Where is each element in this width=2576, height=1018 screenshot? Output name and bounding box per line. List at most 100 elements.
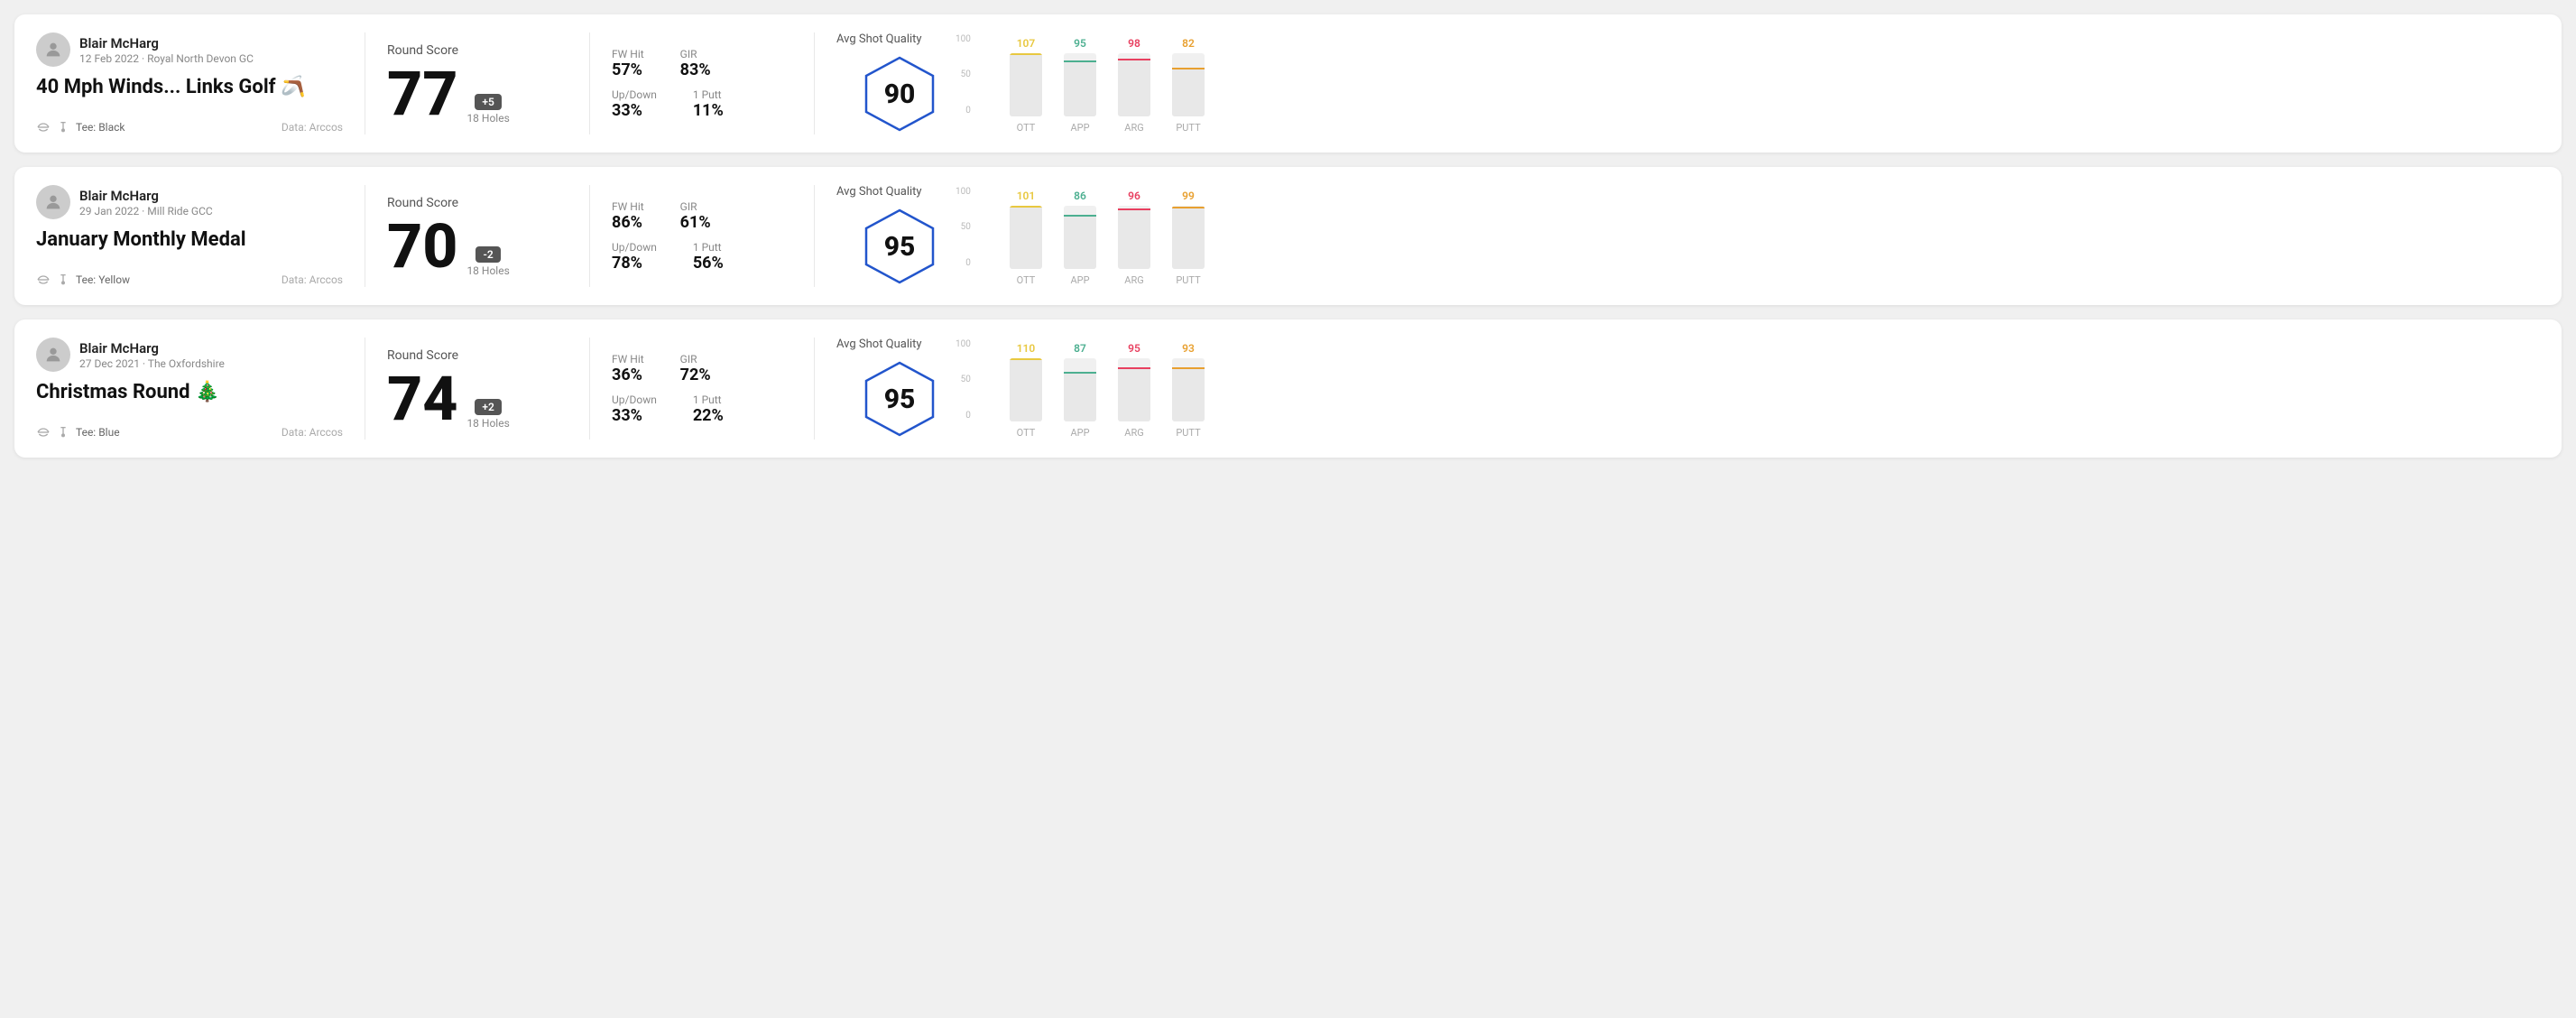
- bar-value-putt: 93: [1182, 342, 1195, 355]
- putt-label-3: 1 Putt: [693, 393, 724, 406]
- bar-line-app: [1064, 60, 1096, 62]
- user-details-3: Blair McHarg 27 Dec 2021 · The Oxfordshi…: [79, 340, 225, 370]
- bar-line-app: [1064, 215, 1096, 217]
- bar-label-ott: OTT: [1017, 122, 1036, 134]
- quality-section-1: Avg Shot Quality 90: [836, 32, 963, 134]
- score-label-1: Round Score: [387, 43, 568, 58]
- user-info-2: Blair McHarg 29 Jan 2022 · Mill Ride GCC: [36, 185, 343, 219]
- score-badge-3: +2 18 Holes: [466, 399, 509, 430]
- bar-wrapper-putt: [1172, 358, 1205, 421]
- bar-label-ott: OTT: [1017, 274, 1036, 286]
- stats-row-bottom-1: Up/Down 33% 1 Putt 11%: [612, 88, 792, 120]
- user-name-3: Blair McHarg: [79, 340, 225, 356]
- y-axis-100: 100: [956, 34, 971, 44]
- user-date-3: 27 Dec 2021 · The Oxfordshire: [79, 357, 225, 370]
- badge-holes-3: 18 Holes: [466, 417, 509, 430]
- bar-value-ott: 101: [1017, 190, 1036, 202]
- card-footer-2: Tee: Yellow Data: Arccos: [36, 273, 343, 287]
- bar-line-arg: [1118, 59, 1150, 60]
- quality-score-3: 95: [884, 384, 916, 415]
- bar-value-putt: 82: [1182, 37, 1195, 50]
- bar-line-putt: [1172, 207, 1205, 208]
- fw-hit-label-3: FW Hit: [612, 353, 644, 366]
- data-source-3: Data: Arccos: [282, 426, 343, 439]
- bar-fill-app: [1064, 215, 1096, 269]
- round-card-1[interactable]: Blair McHarg 12 Feb 2022 · Royal North D…: [14, 14, 2562, 153]
- bar-value-app: 95: [1074, 37, 1086, 50]
- bar-col-arg: 98 ARG: [1118, 37, 1150, 134]
- stats-row-bottom-3: Up/Down 33% 1 Putt 22%: [612, 393, 792, 425]
- fw-hit-label-1: FW Hit: [612, 48, 644, 60]
- stats-section-1: FW Hit 57% GIR 83% Up/Down 33% 1 Putt 11…: [612, 32, 792, 134]
- bar-fill-arg: [1118, 59, 1150, 116]
- user-details-2: Blair McHarg 29 Jan 2022 · Mill Ride GCC: [79, 188, 213, 217]
- score-number-1: 77: [387, 63, 457, 125]
- bar-value-arg: 98: [1128, 37, 1140, 50]
- bar-line-putt: [1172, 367, 1205, 369]
- bar-label-app: APP: [1070, 274, 1089, 286]
- data-source-2: Data: Arccos: [282, 273, 343, 286]
- bar-fill-app: [1064, 60, 1096, 116]
- user-date-2: 29 Jan 2022 · Mill Ride GCC: [79, 205, 213, 217]
- card-left-2: Blair McHarg 29 Jan 2022 · Mill Ride GCC…: [36, 185, 343, 287]
- bar-value-app: 86: [1074, 190, 1086, 202]
- score-number-2: 70: [387, 216, 457, 277]
- hexagon-container-2: 95: [859, 206, 940, 287]
- putt-value-1: 11%: [693, 101, 724, 120]
- bar-col-arg: 96 ARG: [1118, 190, 1150, 286]
- gir-stat-3: GIR 72%: [680, 353, 711, 384]
- score-badge-2: -2 18 Holes: [466, 246, 509, 277]
- badge-pill-3: +2: [475, 399, 501, 415]
- bar-label-putt: PUTT: [1176, 274, 1200, 286]
- bar-value-ott: 110: [1017, 342, 1036, 355]
- round-card-3[interactable]: Blair McHarg 27 Dec 2021 · The Oxfordshi…: [14, 319, 2562, 458]
- divider-2-1: [589, 32, 590, 134]
- gir-value-2: 61%: [680, 213, 711, 232]
- data-source-1: Data: Arccos: [282, 121, 343, 134]
- score-label-3: Round Score: [387, 348, 568, 363]
- divider-3-3: [814, 338, 815, 440]
- putt-stat-1: 1 Putt 11%: [693, 88, 724, 120]
- bar-value-app: 87: [1074, 342, 1086, 355]
- round-card-2[interactable]: Blair McHarg 29 Jan 2022 · Mill Ride GCC…: [14, 167, 2562, 305]
- y-axis-0: 0: [965, 258, 971, 268]
- stats-row-top-3: FW Hit 36% GIR 72%: [612, 353, 792, 384]
- bar-col-ott: 107 OTT: [1010, 37, 1042, 134]
- score-number-3: 74: [387, 368, 457, 430]
- divider-3-1: [814, 32, 815, 134]
- quality-score-1: 90: [884, 79, 916, 110]
- bar-line-ott: [1010, 358, 1042, 360]
- bar-value-ott: 107: [1017, 37, 1036, 50]
- score-row-1: 77 +5 18 Holes: [387, 63, 568, 125]
- tee-icon-3: [56, 425, 70, 440]
- y-axis-50: 50: [961, 222, 971, 232]
- bar-wrapper-app: [1064, 358, 1096, 421]
- fw-hit-value-1: 57%: [612, 60, 644, 79]
- updown-stat-3: Up/Down 33%: [612, 393, 657, 425]
- score-section-2: Round Score 70 -2 18 Holes: [387, 185, 568, 287]
- card-left-1: Blair McHarg 12 Feb 2022 · Royal North D…: [36, 32, 343, 134]
- hexagon-container-3: 95: [859, 358, 940, 440]
- bar-label-arg: ARG: [1124, 274, 1143, 286]
- bar-line-putt: [1172, 68, 1205, 69]
- user-info-1: Blair McHarg 12 Feb 2022 · Royal North D…: [36, 32, 343, 67]
- chart-section-2: 100 50 0 101 OTT 86 APP: [963, 185, 2540, 287]
- bar-col-putt: 99 PUTT: [1172, 190, 1205, 286]
- quality-label-1: Avg Shot Quality: [836, 32, 922, 46]
- bar-value-arg: 96: [1128, 190, 1140, 202]
- bar-label-ott: OTT: [1017, 427, 1036, 439]
- bar-wrapper-ott: [1010, 358, 1042, 421]
- bar-col-putt: 93 PUTT: [1172, 342, 1205, 439]
- chart-section-1: 100 50 0 107 OTT 95 APP: [963, 32, 2540, 134]
- putt-label-1: 1 Putt: [693, 88, 724, 101]
- chart-section-3: 100 50 0 110 OTT 87 APP: [963, 338, 2540, 440]
- fw-hit-value-3: 36%: [612, 366, 644, 384]
- round-title-3: Christmas Round 🎄: [36, 381, 343, 403]
- bar-wrapper-arg: [1118, 358, 1150, 421]
- gir-label-1: GIR: [680, 48, 711, 60]
- bar-col-app: 87 APP: [1064, 342, 1096, 439]
- weather-icon-2: [36, 273, 51, 287]
- bar-col-putt: 82 PUTT: [1172, 37, 1205, 134]
- divider-3-2: [814, 185, 815, 287]
- weather-icon-3: [36, 425, 51, 440]
